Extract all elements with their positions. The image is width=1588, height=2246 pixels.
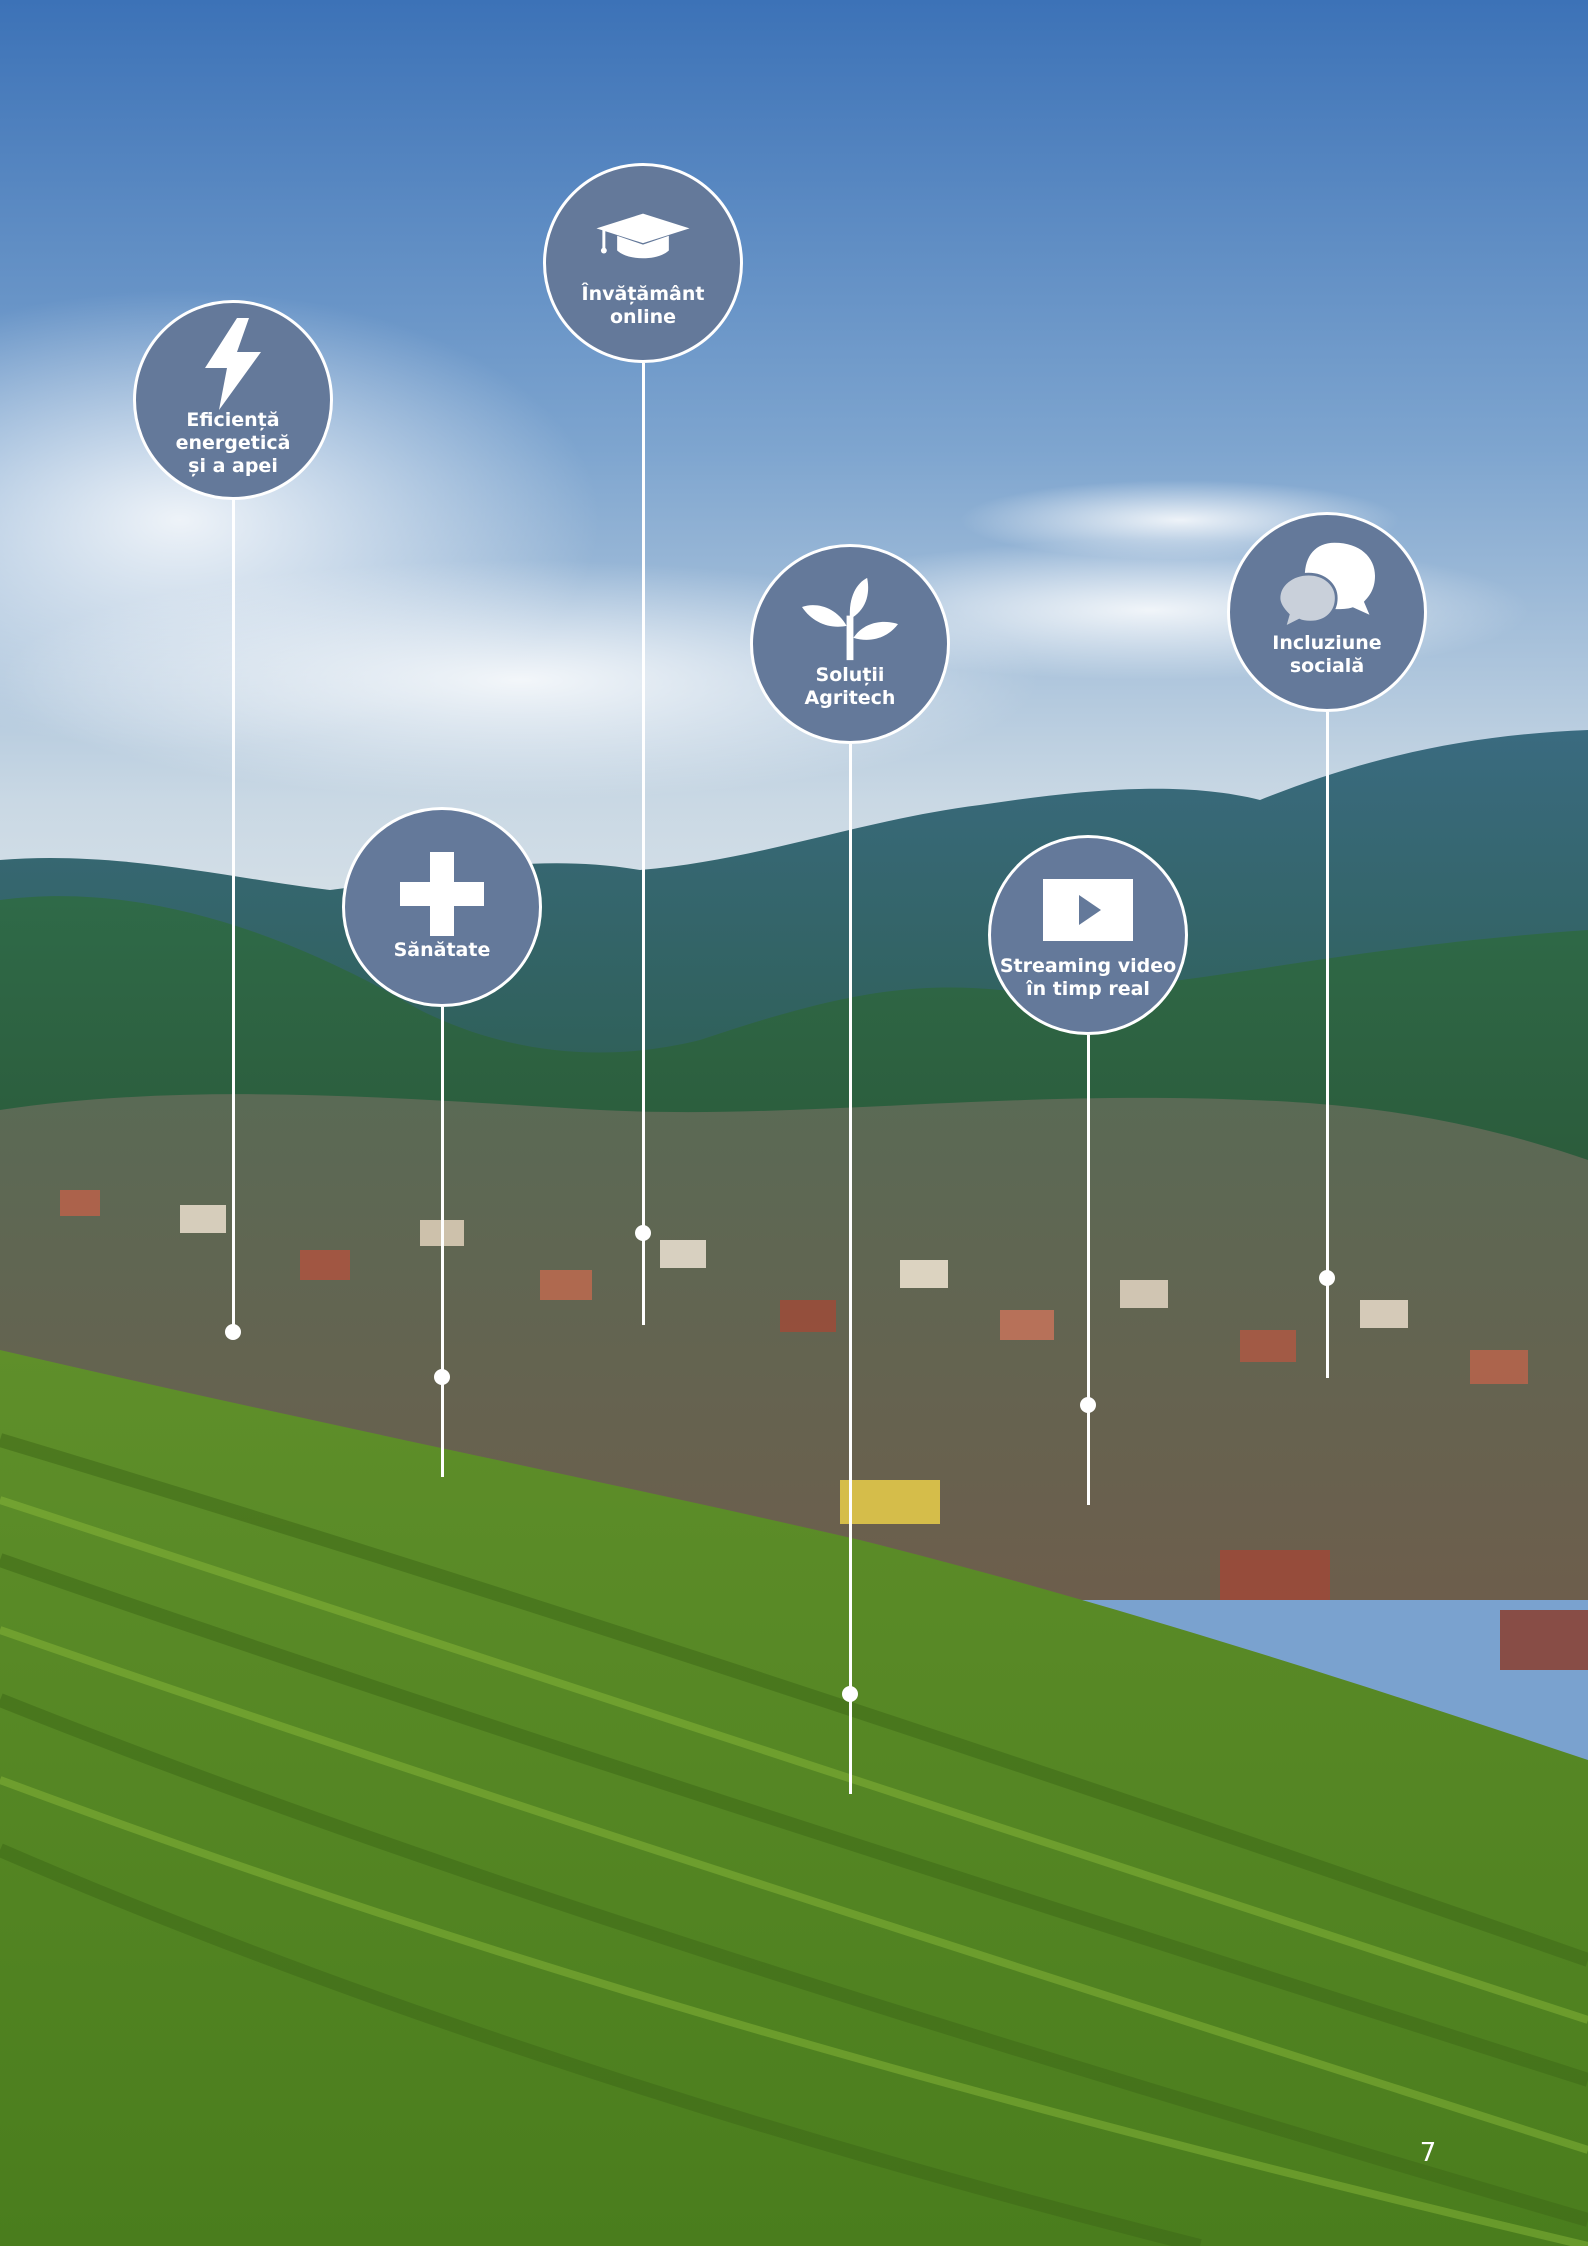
leader-line [848,744,852,1794]
online-learning-badge: Învățământ online [543,163,743,363]
callout-label: Sănătate [393,938,491,961]
anchor-dot [635,1225,651,1241]
plant-sprout-icon [802,577,898,661]
play-button-icon [1040,869,1136,951]
page: Eficiență energetică și a apei Învățămân… [0,0,1588,2246]
anchor-dot [225,1324,241,1340]
callout-label: Soluții Agritech [804,664,896,709]
health-badge: Sănătate [342,807,542,1007]
page-number: 7 [1419,2138,1437,2168]
anchor-dot [434,1369,450,1385]
speech-bubbles-icon [1279,542,1375,631]
anchor-dot [1319,1270,1335,1286]
callout-label: Învățământ online [581,283,705,328]
agritech-badge: Soluții Agritech [750,544,950,744]
social-inclusion-badge: Incluziune socială [1227,512,1427,712]
video-streaming-badge: Streaming video în timp real [988,835,1188,1035]
leader-line [440,1007,444,1477]
anchor-dot [1080,1397,1096,1413]
energy-efficiency-badge: Eficiență energetică și a apei [133,300,333,500]
leader-line [1086,1035,1090,1505]
callout-label: Eficiență energetică și a apei [175,408,291,477]
callout-label: Streaming video în timp real [999,955,1177,1000]
leader-line [641,363,645,1325]
medical-cross-icon [394,851,490,936]
graduation-cap-icon [595,197,691,279]
lightning-bolt-icon [185,317,281,410]
callout-label: Incluziune socială [1272,632,1382,677]
anchor-dot [842,1686,858,1702]
leader-line [231,500,235,1332]
